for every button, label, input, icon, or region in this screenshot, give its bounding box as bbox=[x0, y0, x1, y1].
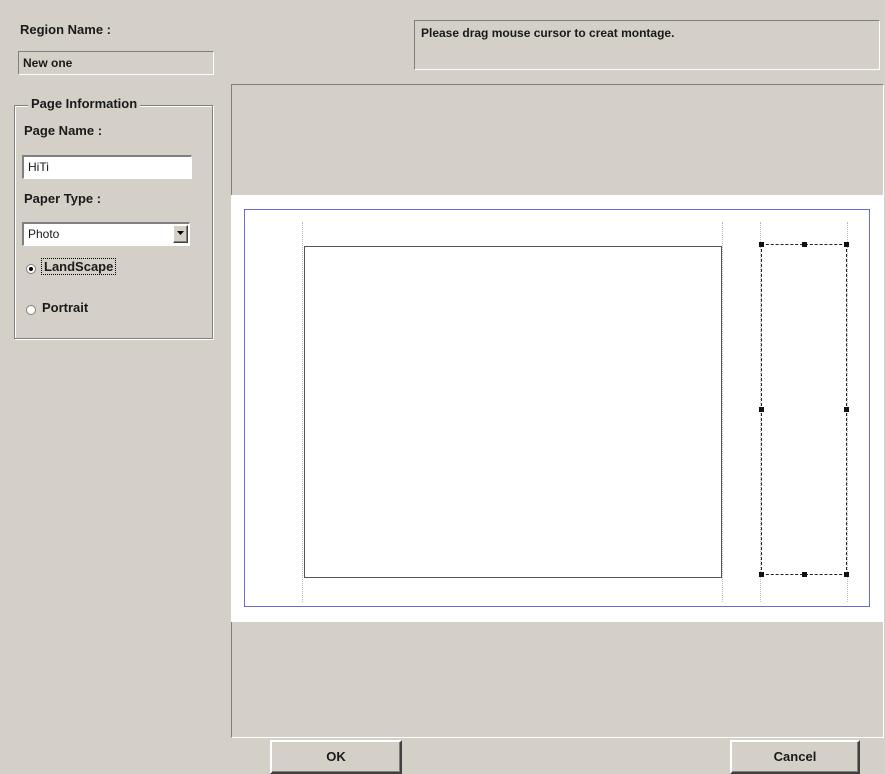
resize-handle[interactable] bbox=[759, 242, 764, 247]
portrait-label[interactable]: Portrait bbox=[42, 300, 88, 315]
paper-type-label: Paper Type : bbox=[24, 191, 102, 206]
status-message: Please drag mouse cursor to creat montag… bbox=[414, 20, 880, 70]
resize-handle[interactable] bbox=[759, 572, 764, 577]
resize-handle[interactable] bbox=[844, 242, 849, 247]
cancel-button[interactable]: Cancel bbox=[730, 740, 860, 774]
paper-type-dropdown-button[interactable] bbox=[173, 225, 188, 243]
region-name-field: New one bbox=[18, 51, 214, 75]
resize-handle[interactable] bbox=[844, 572, 849, 577]
page-information-legend: Page Information bbox=[28, 96, 141, 111]
portrait-radio[interactable] bbox=[26, 305, 36, 315]
region-name-label: Region Name : bbox=[20, 22, 112, 37]
landscape-label[interactable]: LandScape bbox=[40, 258, 117, 275]
ok-button[interactable]: OK bbox=[270, 740, 402, 774]
guide-line bbox=[722, 222, 723, 602]
resize-handle[interactable] bbox=[802, 572, 807, 577]
chevron-down-icon bbox=[177, 231, 184, 235]
page-name-input[interactable]: HiTi bbox=[22, 155, 192, 179]
resize-handle[interactable] bbox=[844, 407, 849, 412]
selected-region[interactable] bbox=[761, 244, 847, 575]
guide-line bbox=[302, 222, 303, 602]
resize-handle[interactable] bbox=[802, 242, 807, 247]
resize-handle[interactable] bbox=[759, 407, 764, 412]
photo-region[interactable] bbox=[304, 246, 722, 578]
landscape-radio[interactable] bbox=[26, 264, 36, 274]
paper-type-select[interactable]: Photo bbox=[22, 222, 190, 246]
guide-line bbox=[847, 222, 848, 602]
paper-type-value: Photo bbox=[28, 227, 60, 241]
page-name-label: Page Name : bbox=[24, 123, 103, 138]
